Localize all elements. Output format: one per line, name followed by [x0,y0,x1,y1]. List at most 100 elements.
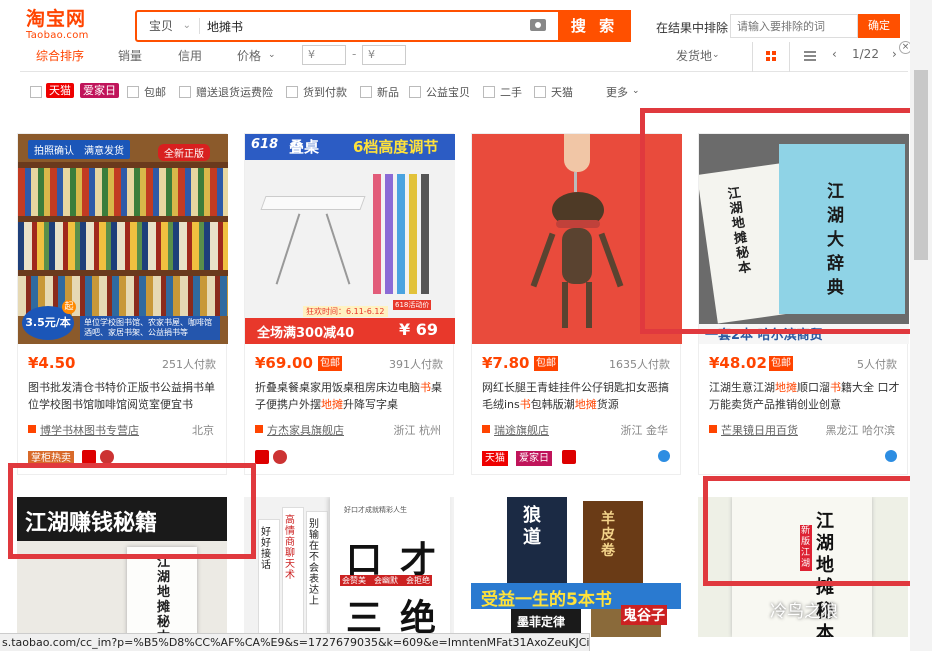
image-text: 起 [62,300,76,314]
taobao-logo[interactable]: 淘宝网 Taobao.com [26,8,106,41]
camera-icon[interactable] [530,19,546,31]
image-text: 好好接话 [261,527,271,571]
image-text: 618 [251,137,279,152]
price-from-input[interactable]: ¥ [302,45,346,65]
search-box: 宝贝 ⌄ [135,10,631,42]
more-filters-button[interactable]: 更多 [606,84,628,100]
shop-name[interactable]: 博学书林图书专营店 [40,422,139,438]
brand-icon [255,450,269,464]
product-card[interactable]: 拍照确认 满意发货 全新正版 3.5元/本 起 单位学校图书馆、农家书屋、咖啡馆… [17,133,228,475]
heart-icon [100,450,114,464]
product-title[interactable]: 图书批发清仓书特价正版书公益捐书单位学校图书馆咖啡馆阅览室便宜书 [28,379,220,413]
image-text: 6档高度调节 [353,138,439,156]
tmall-tag: 天猫 [482,451,508,466]
shop-name[interactable]: 芒果镜日用百货 [721,422,798,438]
sort-price[interactable]: 价格 [237,47,261,64]
image-text: 全场满300减40 [257,326,355,341]
filter-label: 二手 [500,86,522,99]
image-text: 狂欢时间：6.11-6.12 [303,306,388,317]
product-title[interactable]: 江湖生意江湖地摊顺口溜书籍大全 口才万能卖货产品推销创业创意 [709,379,901,413]
filter-label: 天猫 [551,86,573,99]
image-text: 受益一生的5本书 [481,590,612,610]
status-bar-url: s.taobao.com/cc_im?p=%B5%D8%CC%AF%CA%E9&… [0,633,590,651]
image-text: 鬼谷子 [621,605,667,625]
product-image[interactable]: 618 叠桌 6档高度调节 全场满300减40 狂欢时间：6.11-6.12 6… [245,134,455,344]
search-input[interactable] [207,16,507,36]
sort-comprehensive[interactable]: 综合排序 [36,47,84,64]
filter-checkbox-secondhand[interactable] [483,86,495,98]
free-shipping-badge: 包邮 [769,356,793,371]
image-text: ¥ 69 [399,320,438,339]
image-text: 会赞美 会幽默 会拒绝 [340,575,432,586]
image-text: 狼道 [523,505,541,548]
exclude-confirm-button[interactable]: 确定 [858,14,900,38]
image-text: 单位学校图书馆、农家书屋、咖啡馆酒吧、家居书架、公益捐书等 [80,316,220,340]
search-button[interactable]: 搜 索 [558,10,631,42]
brand-icon [82,450,96,464]
filter-checkbox-charity[interactable] [409,86,421,98]
shop-icon [482,425,490,433]
shop-name[interactable]: 瑞途旗舰店 [494,422,549,438]
tmall-tag: 天猫 [46,83,74,98]
product-price: ¥69.00 [255,354,313,372]
filter-label: 包邮 [144,86,166,99]
scrollbar-thumb[interactable] [914,70,928,260]
product-image[interactable]: 拍照确认 满意发货 全新正版 3.5元/本 起 单位学校图书馆、农家书屋、咖啡馆… [18,134,228,344]
annotation-box [8,463,256,559]
location: 浙江 杭州 [393,424,442,437]
shop-icon [28,425,36,433]
filter-label: 新品 [377,86,399,99]
watermark: 冷鸟之狼 [770,602,838,622]
chat-icon[interactable] [885,450,897,462]
shop-name[interactable]: 方杰家具旗舰店 [267,422,344,438]
ship-from-select[interactable]: 发货地 [676,47,712,64]
product-card[interactable]: 618 叠桌 6档高度调节 全场满300减40 狂欢时间：6.11-6.12 6… [244,133,455,475]
chevron-down-icon: ⌄ [182,20,191,31]
filter-label: 赠送退货运费险 [196,86,273,99]
chevron-down-icon: ⌄ [712,50,720,60]
location: 黑龙江 哈尔滨 [825,424,896,437]
sort-sales[interactable]: 销量 [118,47,142,64]
search-category-label: 宝贝 [149,19,174,33]
product-image[interactable]: 狼道 羊皮卷 受益一生的5本书 墨菲定律 鬼谷子 [471,497,681,637]
shop-icon [255,425,263,433]
chat-icon[interactable] [658,450,670,462]
filter-checkbox-tmall2[interactable] [534,86,546,98]
paid-count: 5人付款 [857,358,897,371]
exclude-input[interactable] [730,14,858,38]
filter-checkbox-cod[interactable] [286,86,298,98]
home-day-tag: 爱家日 [516,451,552,466]
next-page-icon[interactable]: › [892,47,897,61]
sort-bar: 综合排序 销量 信用 价格 ⌄ ¥ - ¥ 发货地 ⌄ ‹ 1/22 › [20,42,908,72]
filter-checkbox-tmall[interactable] [30,86,42,98]
chevron-down-icon: ⌄ [268,50,276,60]
product-title[interactable]: 折叠桌餐桌家用饭桌租房床边电脑书桌子便携户外摆地摊升降写字桌 [255,379,447,413]
filter-checkbox-free-shipping[interactable] [127,86,139,98]
logo-cn: 淘宝网 [26,8,87,30]
paid-count: 251人付款 [162,358,216,371]
filter-bar: 天猫 爱家日 包邮 赠送退货运费险 货到付款 新品 公益宝贝 二手 天猫 更多 … [20,78,908,106]
heart-icon [273,450,287,464]
image-text: 高情商聊天术 [285,515,295,581]
grid-view-icon[interactable] [752,42,790,72]
image-text: 江湖地摊秘本 [157,555,171,637]
image-text: 三 [346,598,383,637]
image-text: 墨菲定律 [517,615,566,629]
location: 浙江 金华 [620,424,669,437]
product-title[interactable]: 网红长腿王青蛙挂件公仔钥匙扣女恶搞毛绒ins书包韩版潮地摊货源 [482,379,674,413]
free-shipping-badge: 包邮 [318,356,342,371]
filter-checkbox-new[interactable] [360,86,372,98]
search-category-select[interactable]: 宝贝 ⌄ [137,12,199,40]
filter-checkbox-return-insurance[interactable] [179,86,191,98]
filter-label: 公益宝贝 [426,86,470,99]
product-image[interactable]: 好好接话 高情商聊天术 别输在不会表达上 好口才成就精彩人生 口 才 三 绝 会… [244,497,454,637]
product-price: ¥7.80 [482,354,530,372]
paid-count: 391人付款 [389,358,443,371]
prev-page-icon[interactable]: ‹ [832,47,837,61]
image-text: 全新正版 [158,144,210,161]
sort-credit[interactable]: 信用 [178,47,202,64]
divider [199,18,200,34]
product-price: ¥48.02 [709,354,767,372]
price-to-input[interactable]: ¥ [362,45,406,65]
list-view-icon[interactable] [804,51,816,61]
